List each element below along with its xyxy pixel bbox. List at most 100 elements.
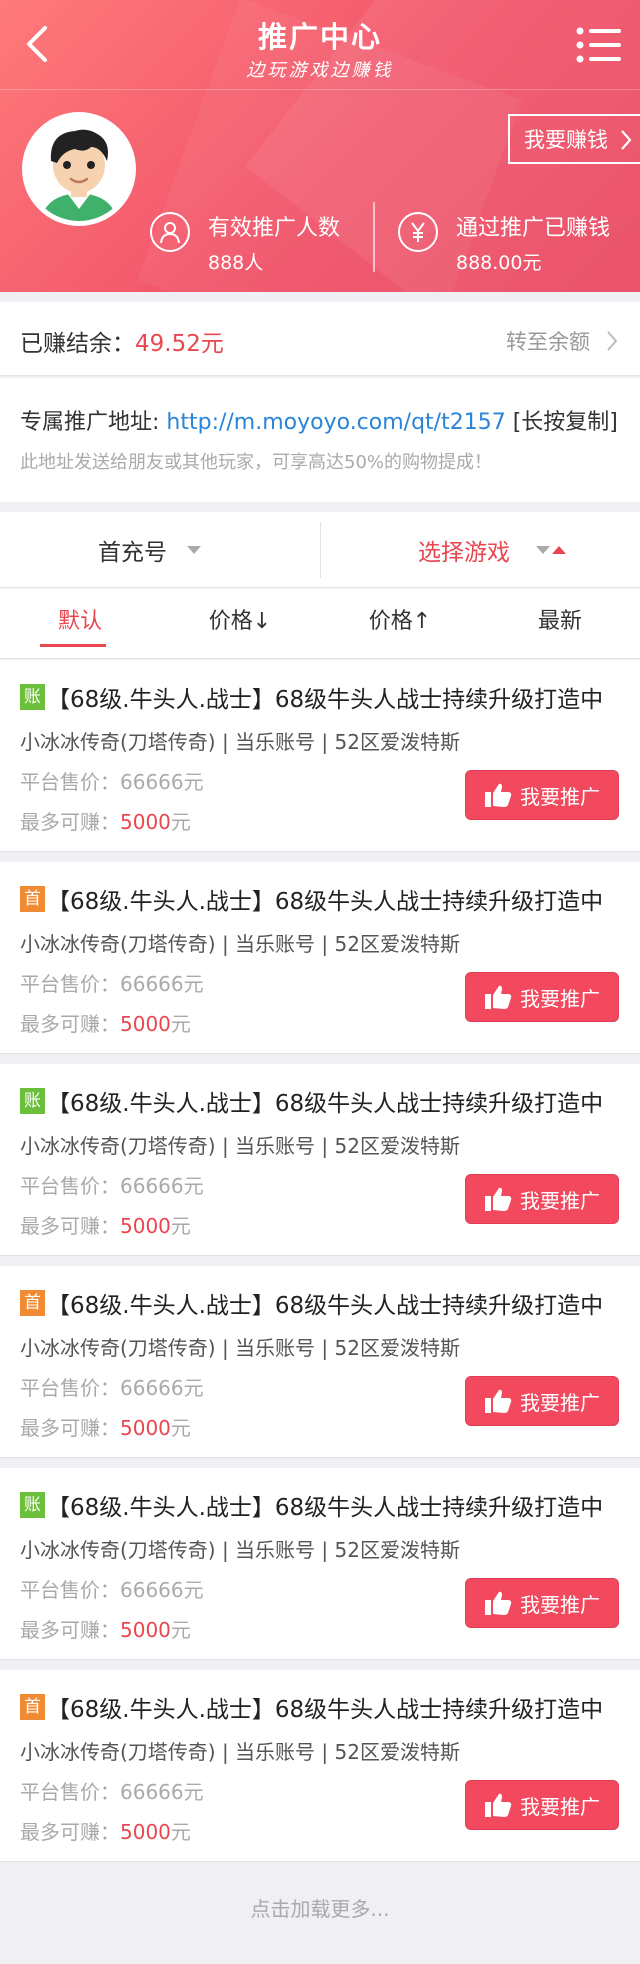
thumbs-up-icon	[485, 1793, 512, 1817]
first-recharge-badge: 首	[20, 1290, 45, 1316]
sort-tab-newest[interactable]: 最新	[480, 589, 640, 659]
thumbs-up-icon	[485, 1591, 512, 1615]
filter-first-recharge[interactable]: 首充号	[98, 512, 201, 588]
max-earn-value: 5000	[120, 1618, 171, 1642]
item-subtitle: 小冰冰传奇(刀塔传奇) | 当乐账号 | 52区爱泼特斯	[20, 1538, 460, 1562]
avatar[interactable]	[22, 112, 136, 226]
list-item[interactable]: 首【68级.牛头人.战士】68级牛头人战士持续升级打造中 小冰冰传奇(刀塔传奇)…	[0, 1670, 640, 1862]
list-item[interactable]: 账【68级.牛头人.战士】68级牛头人战士持续升级打造中 小冰冰传奇(刀塔传奇)…	[0, 1468, 640, 1660]
promo-url-label: 专属推广地址:	[20, 410, 167, 435]
promote-button[interactable]: 我要推广	[465, 1174, 619, 1224]
price-label: 平台售价：	[20, 1780, 120, 1804]
item-title: 【68级.牛头人.战士】68级牛头人战士持续升级打造中	[47, 1495, 604, 1521]
max-earn-value: 5000	[120, 1820, 171, 1844]
item-title: 【68级.牛头人.战士】68级牛头人战士持续升级打造中	[47, 1697, 604, 1723]
item-subtitle: 小冰冰传奇(刀塔传奇) | 当乐账号 | 52区爱泼特斯	[20, 1134, 460, 1158]
caret-down-icon	[187, 546, 201, 554]
list-item[interactable]: 账【68级.牛头人.战士】68级牛头人战士持续升级打造中 小冰冰传奇(刀塔传奇)…	[0, 660, 640, 852]
max-earn-label: 最多可赚：	[20, 1416, 120, 1440]
item-title: 【68级.牛头人.战士】68级牛头人战士持续升级打造中	[47, 687, 604, 713]
promote-button[interactable]: 我要推广	[465, 1376, 619, 1426]
promote-button[interactable]: 我要推广	[465, 1780, 619, 1830]
transfer-to-balance-link[interactable]: 转至余额	[506, 326, 618, 356]
cartoon-boy-avatar-icon	[27, 117, 131, 221]
caret-down-icon	[536, 546, 550, 554]
filter-label: 选择游戏	[418, 540, 510, 566]
list-menu-icon	[576, 27, 621, 63]
max-earn-unit: 元	[170, 1012, 191, 1036]
earn-money-button[interactable]: 我要赚钱	[508, 114, 640, 164]
price-label: 平台售价：	[20, 1376, 120, 1400]
sort-tabs: 默认 价格↓ 价格↑ 最新	[0, 589, 640, 659]
promo-url-link[interactable]: http://m.moyoyo.com/qt/t2157	[166, 410, 505, 435]
promo-description: 此地址发送给朋友或其他玩家，可享高达50%的购物提成！	[20, 452, 493, 473]
price-label: 平台售价：	[20, 972, 120, 996]
max-earn-label: 最多可赚：	[20, 1618, 120, 1642]
sort-tab-default[interactable]: 默认	[0, 589, 160, 659]
page-title: 推广中心	[257, 20, 382, 54]
price-label: 平台售价：	[20, 770, 120, 794]
first-recharge-badge: 首	[20, 886, 45, 912]
promote-button[interactable]: 我要推广	[465, 1578, 619, 1628]
load-more-button[interactable]: 点击加载更多...	[0, 1874, 640, 1944]
user-icon	[160, 222, 180, 244]
list-item[interactable]: 首【68级.牛头人.战士】68级牛头人战士持续升级打造中 小冰冰传奇(刀塔传奇)…	[0, 1266, 640, 1458]
item-title: 【68级.牛头人.战士】68级牛头人战士持续升级打造中	[47, 889, 604, 915]
stat-divider	[373, 202, 375, 272]
page-subtitle: 边玩游戏边赚钱	[246, 60, 394, 81]
max-earn-unit: 元	[170, 1214, 191, 1238]
item-subtitle: 小冰冰传奇(刀塔传奇) | 当乐账号 | 52区爱泼特斯	[20, 932, 460, 956]
chevron-right-icon	[607, 331, 618, 351]
max-earn-label: 最多可赚：	[20, 1820, 120, 1844]
price-value: 66666元	[120, 1376, 204, 1400]
item-title: 【68级.牛头人.战士】68级牛头人战士持续升级打造中	[47, 1091, 604, 1117]
promote-button-label: 我要推广	[520, 784, 600, 809]
price-value: 66666元	[120, 1578, 204, 1602]
filter-label: 首充号	[98, 540, 167, 566]
item-subtitle: 小冰冰传奇(刀塔传奇) | 当乐账号 | 52区爱泼特斯	[20, 730, 460, 754]
price-value: 66666元	[120, 972, 204, 996]
max-earn-value: 5000	[120, 810, 171, 834]
promote-button-label: 我要推广	[520, 1592, 600, 1617]
stat-promo-earnings: 通过推广已赚钱 888.00元	[398, 208, 628, 280]
max-earn-value: 5000	[120, 1416, 171, 1440]
thumbs-up-icon	[485, 1389, 512, 1413]
caret-up-icon	[552, 546, 566, 554]
long-press-copy-hint: [长按复制]	[505, 410, 618, 435]
balance-label: 已赚结余：	[20, 331, 135, 357]
max-earn-value: 5000	[120, 1214, 171, 1238]
price-label: 平台售价：	[20, 1578, 120, 1602]
list-item[interactable]: 首【68级.牛头人.战士】68级牛头人战士持续升级打造中 小冰冰传奇(刀塔传奇)…	[0, 862, 640, 1054]
promote-button-label: 我要推广	[520, 1390, 600, 1415]
top-bar: 推广中心 边玩游戏边赚钱	[0, 0, 640, 90]
promo-link-section: 专属推广地址: http://m.moyoyo.com/qt/t2157 [长按…	[0, 378, 640, 502]
max-earn-value: 5000	[120, 1012, 171, 1036]
max-earn-unit: 元	[170, 1416, 191, 1440]
promote-button[interactable]: 我要推广	[465, 770, 619, 820]
price-value: 66666元	[120, 1174, 204, 1198]
price-value: 66666元	[120, 770, 204, 794]
max-earn-label: 最多可赚：	[20, 1012, 120, 1036]
max-earn-unit: 元	[170, 1618, 191, 1642]
promote-button-label: 我要推广	[520, 1188, 600, 1213]
menu-button[interactable]	[576, 26, 622, 64]
sort-tab-price-asc[interactable]: 价格↑	[320, 589, 480, 659]
balance-value: 49.52元	[135, 331, 224, 357]
account-badge: 账	[20, 1088, 45, 1114]
account-badge: 账	[20, 684, 45, 710]
sort-tab-price-desc[interactable]: 价格↓	[160, 589, 320, 659]
promote-button[interactable]: 我要推广	[465, 972, 619, 1022]
transfer-link-label: 转至余额	[506, 330, 590, 354]
chevron-right-icon	[621, 130, 632, 150]
promo-header: 推广中心 边玩游戏边赚钱 我要赚钱 有效推广人数 888人 通过推广已赚钱 88…	[0, 0, 640, 292]
max-earn-label: 最多可赚：	[20, 810, 120, 834]
yuan-icon	[411, 222, 425, 242]
stat-value: 888.00元	[456, 252, 542, 274]
filter-select-game[interactable]: 选择游戏	[418, 512, 566, 588]
price-value: 66666元	[120, 1780, 204, 1804]
list-item[interactable]: 账【68级.牛头人.战士】68级牛头人战士持续升级打造中 小冰冰传奇(刀塔传奇)…	[0, 1064, 640, 1256]
stat-valid-promoters: 有效推广人数 888人	[150, 208, 360, 280]
thumbs-up-icon	[485, 985, 512, 1009]
max-earn-unit: 元	[170, 1820, 191, 1844]
promote-button-label: 我要推广	[520, 1794, 600, 1819]
